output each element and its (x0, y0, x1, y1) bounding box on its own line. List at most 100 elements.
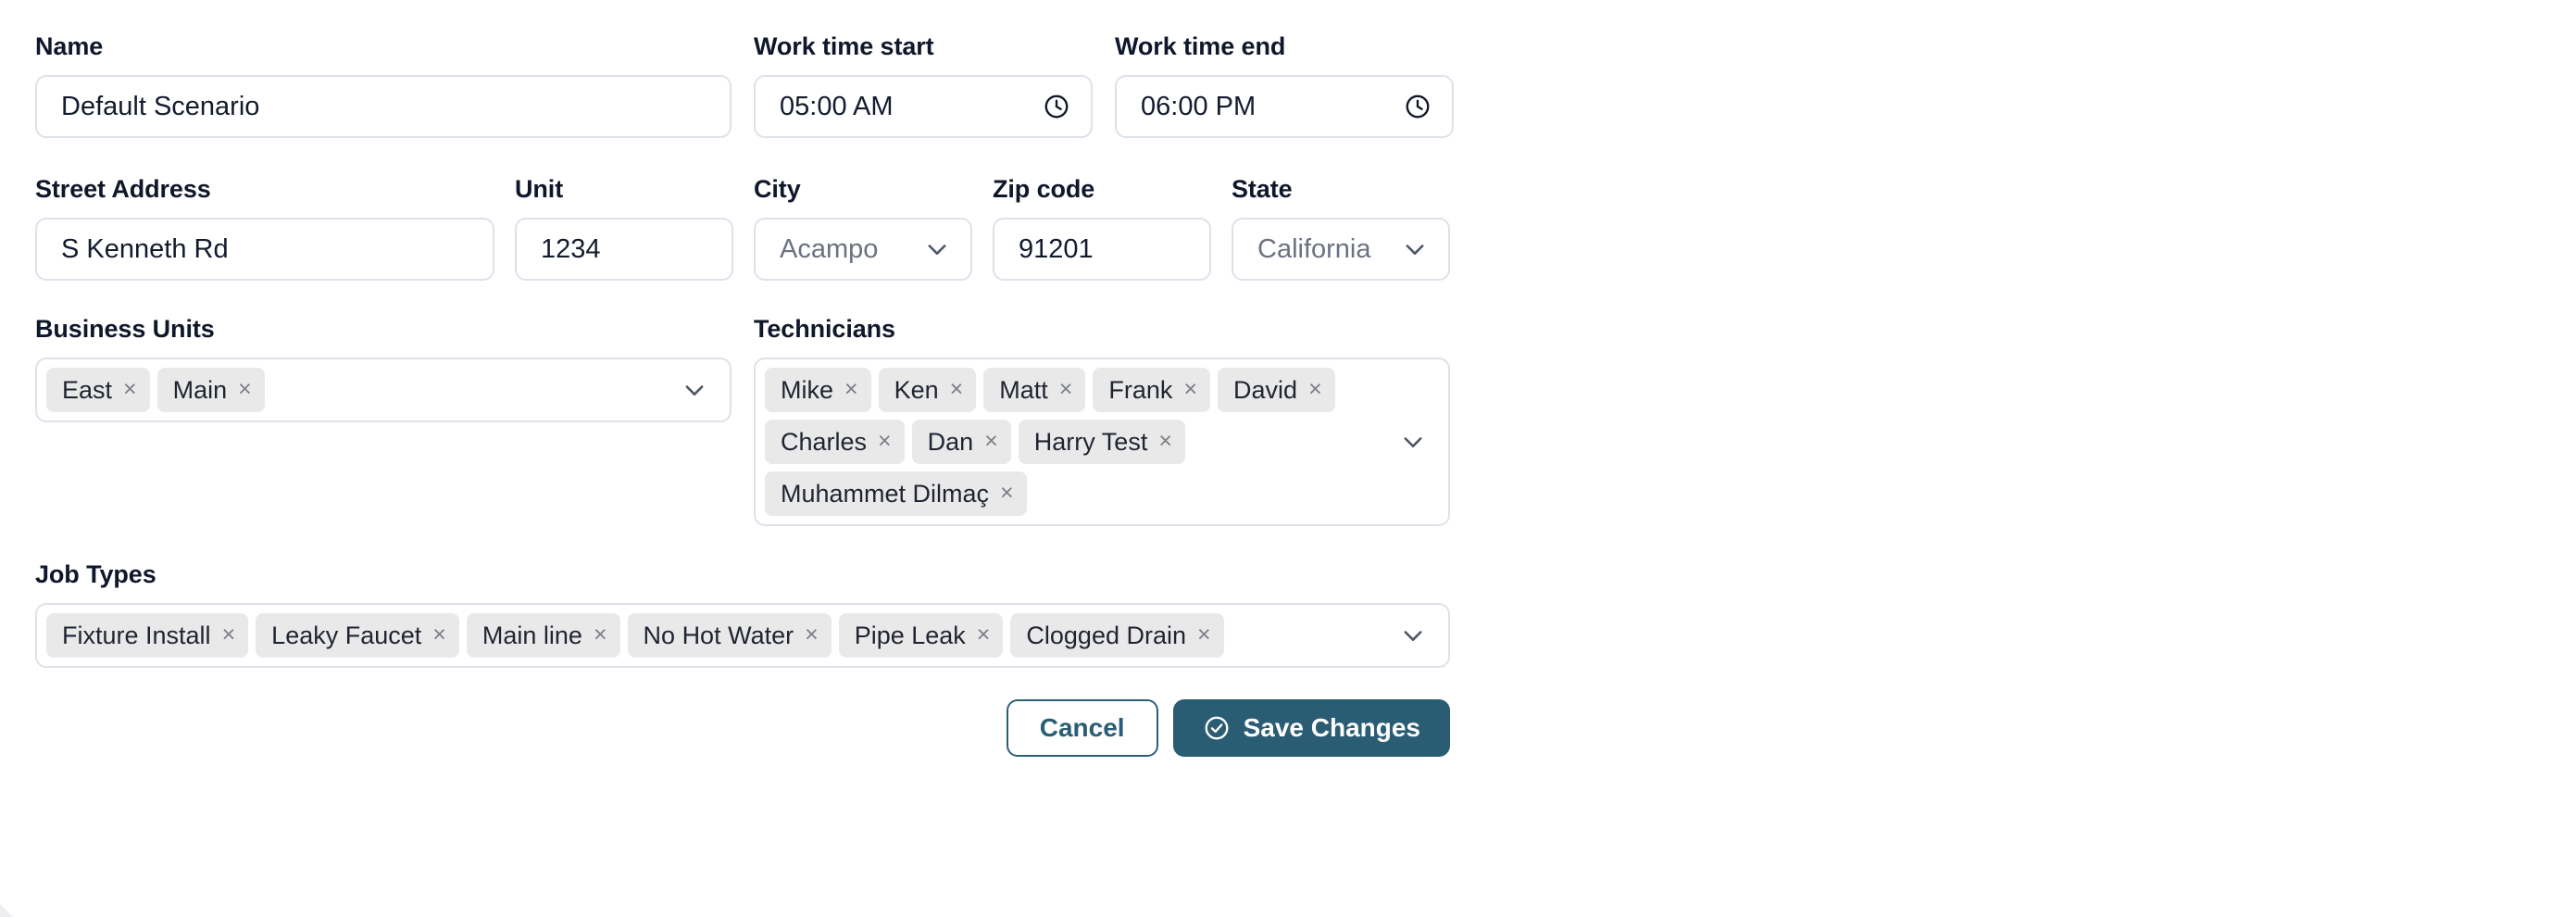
technician-chip[interactable]: Charles × (765, 420, 905, 464)
close-icon[interactable]: × (878, 429, 892, 455)
business-unit-chip[interactable]: Main × (156, 368, 265, 412)
city-select[interactable]: Acampo (754, 218, 972, 281)
state-select[interactable]: California (1232, 218, 1450, 281)
job-type-chip-label: Clogged Drain (1026, 622, 1187, 649)
zip-code-field-group: Zip code 91201 (993, 174, 1211, 281)
close-icon[interactable]: × (123, 377, 137, 403)
work-time-start-input[interactable]: 05:00 AM (754, 75, 1093, 138)
job-type-chip[interactable]: Leaky Faucet × (256, 613, 459, 658)
zip-code-label: Zip code (993, 175, 1095, 203)
technicians-multiselect[interactable]: Mike × Ken × Matt × Frank × David × Charles × Dan × Ha… (754, 358, 1450, 526)
business-units-label: Business Units (35, 315, 215, 343)
unit-input[interactable]: 1234 (515, 218, 733, 281)
close-icon[interactable]: × (977, 622, 991, 648)
job-type-chip[interactable]: Main line × (466, 613, 620, 658)
street-address-value: S Kenneth Rd (61, 234, 229, 264)
work-time-end-input[interactable]: 06:00 PM (1115, 75, 1454, 138)
form-row-address: Street Address S Kenneth Rd Unit 1234 Ci… (35, 174, 2541, 281)
chevron-down-icon[interactable] (682, 377, 707, 403)
work-time-start-label: Work time start (754, 32, 934, 60)
close-icon[interactable]: × (1000, 481, 1014, 507)
business-units-multiselect[interactable]: East × Main × (35, 358, 732, 422)
technician-chip[interactable]: Harry Test × (1018, 420, 1185, 464)
scenario-form: Name Default Scenario Work time start 05… (0, 0, 2576, 917)
zip-code-input[interactable]: 91201 (993, 218, 1211, 281)
form-actions: Cancel Save Changes (35, 699, 1450, 757)
technician-chip[interactable]: Ken × (878, 368, 977, 412)
check-circle-icon (1203, 714, 1231, 742)
business-units-field-group: Business Units East × Main × (35, 314, 732, 422)
close-icon[interactable]: × (1183, 377, 1197, 403)
close-icon[interactable]: × (950, 377, 964, 403)
work-time-end-label: Work time end (1115, 32, 1286, 60)
city-field-group: City Acampo (754, 174, 972, 281)
form-row-primary: Name Default Scenario Work time start 05… (35, 31, 2541, 138)
unit-field-group: Unit 1234 (515, 174, 733, 281)
chevron-down-icon[interactable] (1400, 622, 1426, 648)
form-row-assignments: Business Units East × Main × Technicians Mi… (35, 314, 2541, 526)
clock-icon[interactable] (1404, 93, 1432, 120)
city-value: Acampo (780, 234, 879, 264)
chevron-down-icon[interactable] (924, 236, 950, 262)
technician-chip-label: Frank (1108, 376, 1173, 404)
job-type-chip-label: Fixture Install (62, 622, 211, 649)
close-icon[interactable]: × (594, 622, 607, 648)
state-label: State (1232, 175, 1293, 203)
close-icon[interactable]: × (1158, 429, 1172, 455)
technician-chip[interactable]: Muhammet Dilmaç × (765, 471, 1027, 516)
technician-chip[interactable]: Mike × (765, 368, 871, 412)
technician-chip-label: Matt (999, 376, 1048, 404)
close-icon[interactable]: × (1059, 377, 1073, 403)
technician-chip[interactable]: Matt × (983, 368, 1086, 412)
close-icon[interactable]: × (805, 622, 819, 648)
street-address-label: Street Address (35, 175, 211, 203)
job-types-multiselect[interactable]: Fixture Install × Leaky Faucet × Main line × N… (35, 603, 1450, 668)
technician-chip-label: Mike (781, 376, 834, 404)
job-type-chip-label: Pipe Leak (854, 622, 966, 649)
business-unit-chip-label: Main (172, 376, 228, 404)
job-type-chip[interactable]: Pipe Leak × (838, 613, 1004, 658)
job-type-chip[interactable]: No Hot Water × (627, 613, 832, 658)
work-time-start-field-group: Work time start 05:00 AM (754, 31, 1093, 138)
work-time-start-value: 05:00 AM (780, 92, 894, 121)
close-icon[interactable]: × (1197, 622, 1211, 648)
job-type-chip-label: Main line (481, 622, 582, 649)
cancel-button-label: Cancel (1039, 713, 1125, 742)
job-types-field-group: Job Types Fixture Install × Leaky Faucet × M… (35, 559, 1450, 668)
close-icon[interactable]: × (844, 377, 858, 403)
work-time-end-field-group: Work time end 06:00 PM (1115, 31, 1454, 138)
cancel-button[interactable]: Cancel (1006, 699, 1158, 757)
technician-chip[interactable]: Dan × (911, 420, 1011, 464)
business-unit-chip[interactable]: East × (46, 368, 150, 412)
street-address-field-group: Street Address S Kenneth Rd (35, 174, 494, 281)
chevron-down-icon[interactable] (1400, 429, 1426, 455)
job-type-chip[interactable]: Fixture Install × (46, 613, 249, 658)
name-input-value: Default Scenario (61, 92, 260, 121)
close-icon[interactable]: × (238, 377, 252, 403)
close-icon[interactable]: × (222, 622, 236, 648)
state-value: California (1257, 234, 1371, 264)
chevron-down-icon[interactable] (1402, 236, 1428, 262)
job-type-chip-label: Leaky Faucet (271, 622, 422, 649)
close-icon[interactable]: × (432, 622, 446, 648)
job-type-chip[interactable]: Clogged Drain × (1010, 613, 1224, 658)
state-field-group: State California (1232, 174, 1450, 281)
technicians-field-group: Technicians Mike × Ken × Matt × Frank × David × Ch… (754, 314, 1450, 526)
technician-chip-label: Muhammet Dilmaç (781, 480, 990, 508)
street-address-input[interactable]: S Kenneth Rd (35, 218, 494, 281)
work-time-end-value: 06:00 PM (1141, 92, 1257, 121)
zip-code-value: 91201 (1019, 234, 1094, 264)
business-unit-chip-label: East (62, 376, 113, 404)
technician-chip[interactable]: David × (1218, 368, 1335, 412)
technician-chip-label: David (1233, 376, 1298, 404)
save-changes-button[interactable]: Save Changes (1172, 699, 1450, 757)
job-types-label: Job Types (35, 560, 156, 588)
job-type-chip-label: No Hot Water (643, 622, 794, 649)
close-icon[interactable]: × (1308, 377, 1322, 403)
name-input[interactable]: Default Scenario (35, 75, 732, 138)
close-icon[interactable]: × (984, 429, 998, 455)
technician-chip-label: Dan (927, 428, 974, 456)
technician-chip[interactable]: Frank × (1093, 368, 1211, 412)
clock-icon[interactable] (1043, 93, 1070, 120)
city-label: City (754, 175, 801, 203)
